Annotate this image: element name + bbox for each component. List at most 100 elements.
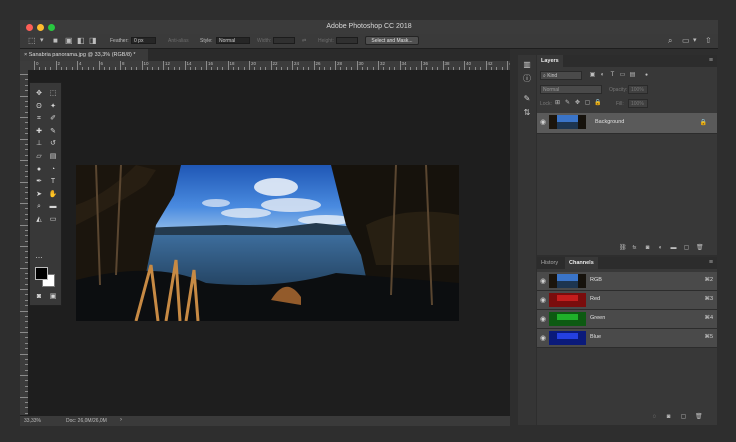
rectangle-tool-icon[interactable]: ▭	[47, 214, 59, 225]
link-layers-icon[interactable]: ⛓	[619, 245, 627, 252]
channel-row-red[interactable]: ◉ Red ⌘3	[537, 291, 717, 310]
swap-dimensions-icon[interactable]: ⇄	[302, 38, 306, 44]
add-mask-icon[interactable]: ◙	[644, 245, 651, 252]
adjustment-layer-icon[interactable]: ◐	[657, 245, 664, 252]
eyedropper-tool-icon[interactable]: ✐	[47, 113, 59, 124]
chevron-down-icon[interactable]: ▾	[40, 36, 44, 44]
healing-brush-icon[interactable]: ✚	[33, 126, 45, 137]
clone-stamp-icon[interactable]: ⊥	[33, 138, 45, 149]
channel-row-rgb[interactable]: ◉ RGB ⌘2	[537, 272, 717, 291]
blur-tool-icon[interactable]: ●	[33, 164, 45, 175]
lock-all-icon[interactable]: 🔒	[594, 100, 601, 107]
foreground-color-swatch[interactable]	[35, 267, 48, 280]
magic-wand-tool-icon[interactable]: ✦	[47, 101, 59, 112]
libraries-icon[interactable]: ▥	[521, 59, 533, 71]
path-selection-icon[interactable]: ➤	[33, 189, 45, 200]
new-selection-icon[interactable]: ■	[53, 36, 58, 45]
save-selection-icon[interactable]: ◙	[665, 414, 672, 421]
filter-shape-icon[interactable]: ▭	[619, 72, 626, 79]
tab-channels[interactable]: Channels	[565, 257, 598, 269]
ruler-origin[interactable]	[20, 61, 28, 70]
filter-type-icon[interactable]: T	[609, 72, 616, 79]
lock-artboard-icon[interactable]: ▢	[584, 100, 591, 107]
document-tab[interactable]: × Sanabria panorama.jpg @ 33,3% (RGB/8) …	[20, 49, 148, 61]
eye-icon[interactable]: ◉	[540, 315, 546, 323]
filter-adjustment-icon[interactable]: ◐	[599, 72, 606, 79]
subtract-selection-icon[interactable]: ◧	[77, 36, 85, 45]
channel-thumbnail-blue	[549, 331, 586, 345]
height-input[interactable]	[336, 37, 358, 44]
hand-tool-icon[interactable]: ✋	[47, 189, 59, 200]
trash-icon[interactable]: 🗑	[695, 414, 703, 421]
tab-layers[interactable]: Layers	[537, 55, 563, 67]
lock-position-icon[interactable]: ✥	[574, 100, 581, 107]
channel-shortcut: ⌘5	[704, 334, 713, 340]
style-select[interactable]: Normal	[216, 37, 250, 44]
dodge-tool-icon[interactable]: ◔	[47, 164, 59, 175]
screen-mode-icon[interactable]: ▣	[47, 291, 59, 302]
marquee-tool-preset-icon[interactable]: ⬚	[28, 36, 36, 45]
eye-icon[interactable]: ◉	[540, 118, 546, 126]
marquee-tool-icon[interactable]: ⬚	[47, 88, 59, 99]
share-icon[interactable]: ⇧	[705, 36, 712, 45]
lasso-tool-icon[interactable]: ʘ	[33, 101, 45, 112]
document-image[interactable]	[76, 165, 459, 321]
panel-menu-icon[interactable]: ≡	[705, 55, 717, 67]
intersect-selection-icon[interactable]: ◨	[89, 36, 97, 45]
eraser-tool-icon[interactable]: ▱	[33, 151, 45, 162]
pen-tool-icon[interactable]: ✒	[33, 176, 45, 187]
feather-input[interactable]: 0 px	[131, 37, 156, 44]
filter-kind-select[interactable]: ⌕ Kind	[540, 71, 582, 80]
eye-icon[interactable]: ◉	[540, 277, 546, 285]
layers-tab-bar: Layers ≡	[537, 55, 717, 67]
move-tool-icon[interactable]: ✥	[33, 88, 45, 99]
eye-icon[interactable]: ◉	[540, 334, 546, 342]
fill-input[interactable]: 100%	[628, 99, 648, 108]
type-tool-icon[interactable]: T	[47, 176, 59, 187]
brush-icon[interactable]: ✎	[521, 93, 533, 105]
crop-tool-icon[interactable]: ⌗	[33, 113, 45, 124]
status-bar: 33,33% Doc: 26,0M/26,0M ›	[20, 415, 510, 426]
brush-tool-icon[interactable]: ✎	[47, 126, 59, 137]
chevron-right-icon[interactable]: ›	[120, 417, 122, 423]
channel-row-green[interactable]: ◉ Green ⌘4	[537, 310, 717, 329]
layer-style-icon[interactable]: fx	[631, 245, 638, 252]
filter-smart-object-icon[interactable]: ▤	[629, 72, 636, 79]
panel-menu-icon[interactable]: ≡	[705, 257, 717, 269]
eye-icon[interactable]: ◉	[540, 296, 546, 304]
tab-history[interactable]: History	[537, 257, 562, 269]
document-info[interactable]: Doc: 26,0M/26,0M	[66, 418, 107, 424]
select-and-mask-button[interactable]: Select and Mask...	[365, 36, 419, 45]
new-layer-icon[interactable]: ▢	[683, 245, 690, 252]
adjustments-icon[interactable]: ⇅	[521, 107, 533, 119]
channel-row-blue[interactable]: ◉ Blue ⌘5	[537, 329, 717, 348]
info-icon[interactable]: ⓘ	[521, 73, 533, 85]
filter-pixel-icon[interactable]: ▣	[589, 72, 596, 79]
workspace-icon[interactable]: ▭	[682, 36, 690, 45]
quick-mask-icon[interactable]: ◙	[33, 291, 45, 302]
history-brush-icon[interactable]: ↺	[47, 138, 59, 149]
lock-transparent-icon[interactable]: ⊞	[554, 100, 561, 107]
antialias-checkbox[interactable]: Anti-alias	[168, 38, 189, 44]
zoom-level[interactable]: 33,33%	[24, 418, 41, 424]
zoom-tool-icon[interactable]: ⌕	[33, 201, 45, 212]
lock-image-icon[interactable]: ✎	[564, 100, 571, 107]
load-selection-icon[interactable]: ◌	[651, 414, 658, 421]
opacity-input[interactable]: 100%	[628, 85, 648, 94]
trash-icon[interactable]: 🗑	[696, 245, 704, 252]
search-icon[interactable]: ⌕	[668, 36, 672, 46]
ruler-tool-icon[interactable]: ▬	[47, 201, 59, 212]
layer-row-background[interactable]: ◉ Background 🔒	[537, 113, 717, 134]
new-channel-icon[interactable]: ▢	[680, 414, 687, 421]
width-input[interactable]	[273, 37, 295, 44]
gradient-tool-icon[interactable]: ▤	[47, 151, 59, 162]
ruler-tick	[249, 61, 250, 70]
add-to-selection-icon[interactable]: ▣	[65, 36, 73, 45]
chevron-down-icon[interactable]: ▾	[693, 36, 697, 44]
more-tools-icon[interactable]: ⋯	[33, 253, 45, 264]
ruler-tick	[20, 396, 28, 398]
filter-toggle-icon[interactable]: ●	[643, 72, 650, 79]
blend-mode-select[interactable]: Normal	[540, 85, 602, 94]
paint-bucket-icon[interactable]: ◭	[33, 214, 45, 225]
new-group-icon[interactable]: ▬	[670, 245, 677, 252]
